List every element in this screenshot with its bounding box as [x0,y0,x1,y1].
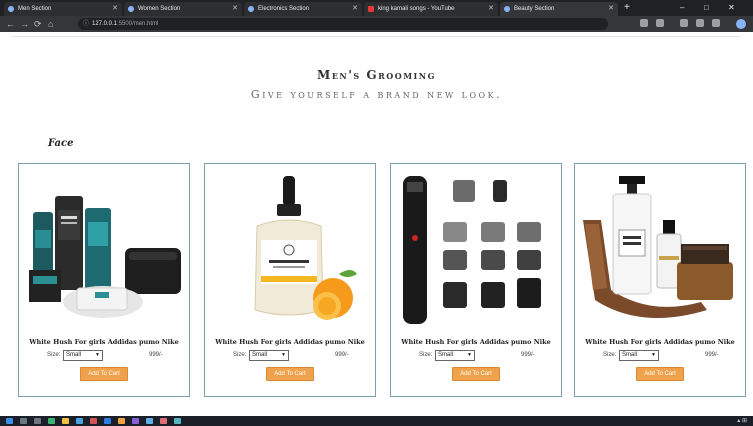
address-bar[interactable]: ⓘ 127.0.0.1:5500/men.html [78,18,608,30]
product-name: White Hush For girls Addidas pumo Nike [401,338,551,346]
app-icon[interactable] [146,418,153,424]
tab-beauty-section[interactable]: Beauty Section ✕ [500,2,618,16]
browser-tabbar: Men Section ✕ Women Section ✕ Electronic… [0,0,753,16]
reload-icon[interactable]: ⟳ [34,18,42,30]
size-label: Size: [233,352,247,358]
page-title: Men's Grooming [317,68,436,82]
chrome-icon[interactable] [118,418,125,424]
chevron-down-icon: ▼ [651,352,656,358]
product-image-face-serum [254,176,357,320]
search-icon[interactable] [20,418,27,424]
product-price: 999/- [149,352,163,358]
os-taskbar: ▴ ⊞ [0,416,753,426]
app-icon[interactable] [174,418,181,424]
product-name: White Hush For girls Addidas pumo Nike [585,338,735,346]
tab-men-section[interactable]: Men Section ✕ [4,2,122,16]
product-card: White Hush For girls Addidas pumo Nike S… [390,163,562,397]
product-name: White Hush For girls Addidas pumo Nike [215,338,365,346]
app-icon[interactable] [76,418,83,424]
close-window-button[interactable]: ✕ [728,2,735,14]
reading-list-icon[interactable] [696,19,704,27]
split-view-icon[interactable] [712,19,720,27]
close-icon[interactable]: ✕ [608,2,614,16]
globe-icon [504,6,510,12]
size-label: Size: [47,352,61,358]
add-to-cart-button[interactable]: Add To Cart [452,367,500,381]
tab-electronics-section[interactable]: Electronics Section ✕ [244,2,362,16]
product-card: White Hush For girls Addidas pumo Nike S… [204,163,376,397]
info-icon[interactable]: ⓘ [83,18,89,30]
product-price: 999/- [521,352,535,358]
minimize-button[interactable]: – [680,2,684,14]
add-to-cart-button[interactable]: Add To Cart [80,367,128,381]
globe-icon [8,6,14,12]
divider [12,36,741,37]
close-icon[interactable]: ✕ [352,2,358,16]
browser-toolbar: ← → ⟳ ⌂ ⓘ 127.0.0.1:5500/men.html [0,16,753,32]
profile-avatar-icon[interactable] [736,19,746,29]
address-host: 127.0.0.1 [92,21,118,27]
address-path: :5500/men.html [117,21,159,27]
size-select[interactable]: Small ▼ [619,350,659,361]
size-label: Size: [419,352,433,358]
product-image-trimmer-set [403,176,541,324]
size-label: Size: [603,352,617,358]
new-tab-button[interactable]: + [624,2,630,14]
start-icon[interactable] [6,418,13,424]
tab-women-section[interactable]: Women Section ✕ [124,2,242,16]
file-explorer-icon[interactable] [62,418,69,424]
close-icon[interactable]: ✕ [232,2,238,16]
product-price: 999/- [335,352,349,358]
product-card: White Hush For girls Addidas pumo Nike S… [18,163,190,397]
chevron-down-icon: ▼ [281,352,286,358]
product-image-grooming-kit [29,196,181,318]
bookmark-star-icon[interactable] [656,19,664,27]
product-card: White Hush For girls Addidas pumo Nike S… [574,163,746,397]
add-to-cart-button[interactable]: Add To Cart [266,367,314,381]
globe-icon [248,6,254,12]
back-icon[interactable]: ← [6,18,15,30]
size-select[interactable]: Small ▼ [435,350,475,361]
app-icon[interactable] [90,418,97,424]
section-heading: Face [48,138,74,149]
system-tray[interactable]: ▴ ⊞ [737,417,747,425]
share-icon[interactable] [640,19,648,27]
app-icon[interactable] [160,418,167,424]
globe-icon [128,6,134,12]
page-content: Men's Grooming Give yourself a brand new… [0,32,753,416]
product-name: White Hush For girls Addidas pumo Nike [29,338,179,346]
size-select[interactable]: Small ▼ [249,350,289,361]
chevron-down-icon: ▼ [467,352,472,358]
youtube-icon [368,6,374,12]
app-icon[interactable] [48,418,55,424]
close-icon[interactable]: ✕ [488,2,494,16]
home-icon[interactable]: ⌂ [48,18,53,30]
chevron-down-icon: ▼ [95,352,100,358]
task-view-icon[interactable] [34,418,41,424]
maximize-button[interactable]: □ [704,2,709,14]
page-subtitle: Give yourself a brand new look. [250,88,503,101]
size-select[interactable]: Small ▼ [63,350,103,361]
extension-icon[interactable] [680,19,688,27]
vscode-icon[interactable] [104,418,111,424]
app-icon[interactable] [132,418,139,424]
product-image-beard-kit [583,176,733,318]
add-to-cart-button[interactable]: Add To Cart [636,367,684,381]
tab-youtube[interactable]: king kamali songs - YouTube ✕ [364,2,498,16]
product-price: 999/- [705,352,719,358]
forward-icon[interactable]: → [20,18,29,30]
close-icon[interactable]: ✕ [112,2,118,16]
